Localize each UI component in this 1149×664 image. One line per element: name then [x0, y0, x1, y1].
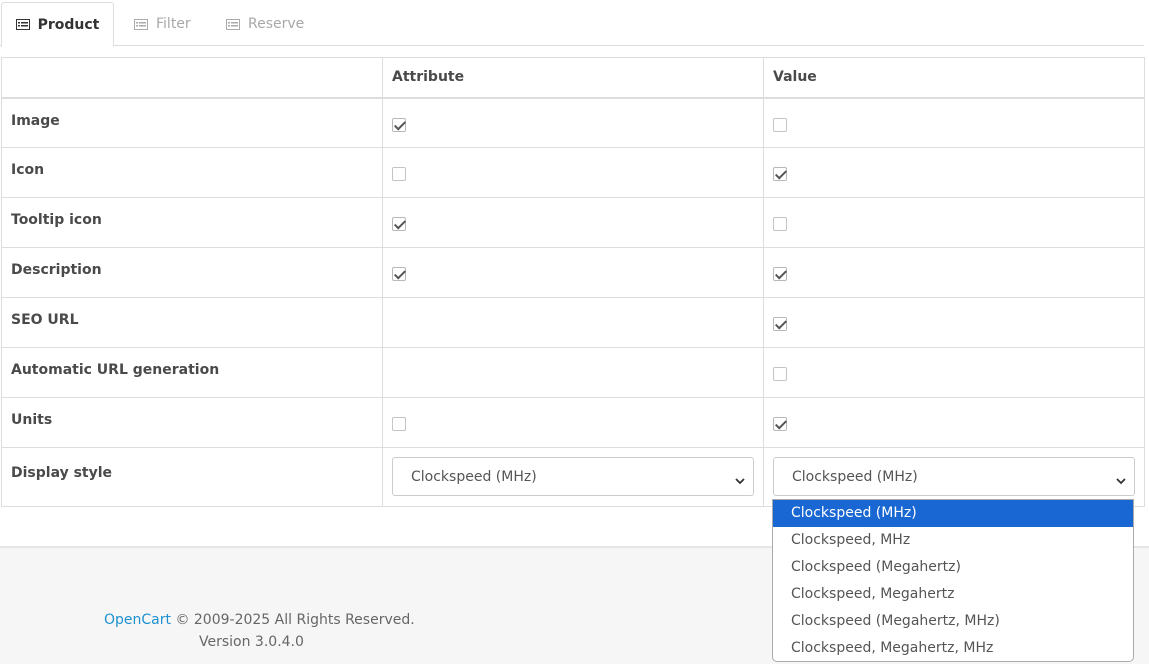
row-label: SEO URL — [1, 297, 383, 348]
table-row: Tooltip icon — [1, 197, 1145, 248]
select-value: Clockspeed (MHz) — [411, 468, 537, 485]
table-row: Units — [1, 397, 1145, 448]
attribute-checkbox[interactable] — [392, 417, 406, 431]
list-alt-icon — [15, 19, 30, 30]
tab-filter[interactable]: Filter — [134, 2, 191, 46]
column-header-attribute: Attribute — [382, 57, 764, 99]
value-display-style-select[interactable]: Clockspeed (MHz) — [773, 457, 1135, 496]
cell-attribute — [382, 297, 764, 348]
dropdown-option[interactable]: Clockspeed (Megahertz, MHz) — [773, 608, 1133, 635]
value-checkbox[interactable] — [773, 267, 787, 281]
value-checkbox[interactable] — [773, 167, 787, 181]
dropdown-option[interactable]: Clockspeed, Megahertz — [773, 581, 1133, 608]
cell-attribute — [382, 97, 764, 148]
table-row: SEO URL — [1, 297, 1145, 348]
table-row: Description — [1, 247, 1145, 298]
cell-value — [763, 197, 1145, 248]
tab-filter-label: Filter — [156, 16, 191, 32]
cell-attribute — [382, 347, 764, 398]
attribute-checkbox[interactable] — [392, 167, 406, 181]
cell-value — [763, 347, 1145, 398]
dropdown-option[interactable]: Clockspeed (MHz) — [773, 500, 1133, 527]
table-row-display-style: Display style Clockspeed (MHz) Clockspee… — [1, 447, 1145, 507]
tab-bar: Product Filter Reserve — [0, 0, 1144, 47]
cell-value — [763, 397, 1145, 448]
cell-attribute: Clockspeed (MHz) — [382, 447, 764, 507]
cell-attribute — [382, 397, 764, 448]
cell-attribute — [382, 247, 764, 298]
row-label: Image — [1, 97, 383, 148]
chevron-down-icon — [1116, 473, 1126, 484]
row-label: Automatic URL generation — [1, 347, 383, 398]
value-checkbox[interactable] — [773, 117, 787, 132]
column-header-value: Value — [763, 57, 1145, 99]
value-checkbox[interactable] — [773, 367, 787, 381]
tab-reserve[interactable]: Reserve — [226, 2, 304, 46]
value-checkbox[interactable] — [773, 417, 787, 431]
row-label: Display style — [1, 447, 383, 507]
version-text: Version 3.0.4.0 — [199, 634, 304, 650]
cell-value — [763, 247, 1145, 298]
row-label: Units — [1, 397, 383, 448]
copyright-text: © 2009-2025 All Rights Reserved. — [171, 612, 415, 628]
attribute-display-style-select[interactable]: Clockspeed (MHz) — [392, 457, 754, 496]
cell-value: Clockspeed (MHz) — [763, 447, 1145, 507]
attribute-checkbox[interactable] — [392, 117, 406, 132]
table-row: Automatic URL generation — [1, 347, 1145, 398]
cell-attribute — [382, 197, 764, 248]
row-label: Icon — [1, 147, 383, 198]
tab-reserve-label: Reserve — [248, 16, 305, 32]
opencart-link[interactable]: OpenCart — [104, 612, 171, 628]
table-header-row: Attribute Value — [1, 57, 1145, 99]
value-checkbox[interactable] — [773, 317, 787, 331]
list-alt-icon — [134, 18, 148, 30]
dropdown-option[interactable]: Clockspeed (Megahertz) — [773, 554, 1133, 581]
tab-product[interactable]: Product — [1, 2, 114, 47]
row-label: Tooltip icon — [1, 197, 383, 248]
row-label: Description — [1, 247, 383, 298]
cell-value — [763, 97, 1145, 148]
list-alt-icon — [226, 18, 240, 30]
attribute-checkbox[interactable] — [392, 217, 406, 231]
table-row: Image — [1, 97, 1145, 148]
cell-attribute — [382, 147, 764, 198]
value-checkbox[interactable] — [773, 217, 787, 231]
chevron-down-icon — [735, 473, 745, 484]
column-header-name — [1, 57, 383, 99]
dropdown-option[interactable]: Clockspeed, MHz — [773, 527, 1133, 554]
table-row: Icon — [1, 147, 1145, 198]
tab-product-label: Product — [37, 16, 100, 33]
dropdown-option[interactable]: Clockspeed, Megahertz, MHz — [773, 635, 1133, 661]
cell-value — [763, 297, 1145, 348]
copyright: OpenCart © 2009-2025 All Rights Reserved… — [104, 612, 415, 628]
select-value: Clockspeed (MHz) — [792, 468, 918, 485]
settings-table: Attribute Value Image Icon Tooltip icon Des… — [1, 57, 1145, 507]
cell-value — [763, 147, 1145, 198]
attribute-checkbox[interactable] — [392, 267, 406, 281]
value-display-style-dropdown: Clockspeed (MHz) Clockspeed, MHz Clockspee… — [772, 499, 1134, 662]
page: Product Filter Reserve Attribute Value I… — [0, 0, 1149, 664]
